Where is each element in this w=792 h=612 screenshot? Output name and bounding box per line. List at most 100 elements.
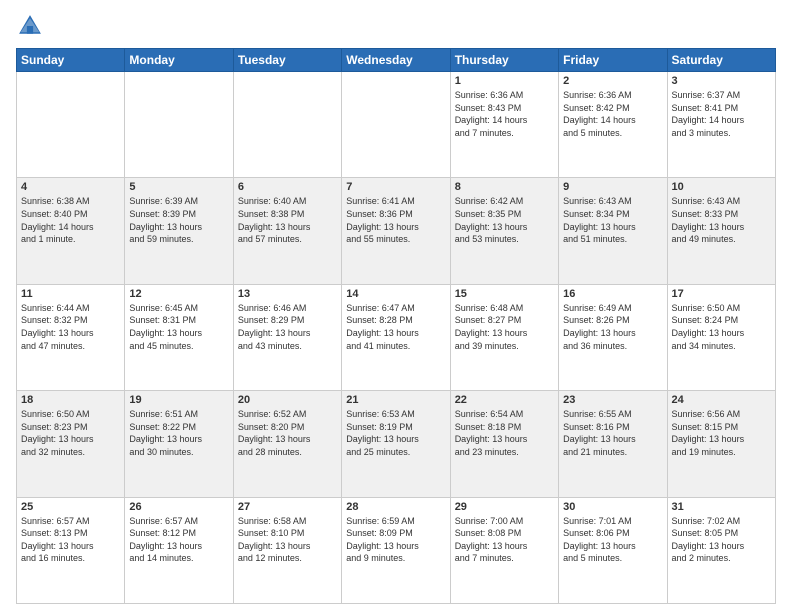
day-info: Sunrise: 6:38 AMSunset: 8:40 PMDaylight:… xyxy=(21,195,120,245)
calendar-day-header: Monday xyxy=(125,49,233,72)
day-info: Sunrise: 7:00 AMSunset: 8:08 PMDaylight:… xyxy=(455,515,554,565)
day-info: Sunrise: 6:52 AMSunset: 8:20 PMDaylight:… xyxy=(238,408,337,458)
calendar-week-row: 1 Sunrise: 6:36 AMSunset: 8:43 PMDaylight… xyxy=(17,72,776,178)
day-info: Sunrise: 6:41 AMSunset: 8:36 PMDaylight:… xyxy=(346,195,445,245)
header xyxy=(16,12,776,40)
day-number: 27 xyxy=(238,501,337,513)
day-number: 21 xyxy=(346,394,445,406)
day-info: Sunrise: 6:40 AMSunset: 8:38 PMDaylight:… xyxy=(238,195,337,245)
day-number: 8 xyxy=(455,181,554,193)
calendar-cell: 7Sunrise: 6:41 AMSunset: 8:36 PMDaylight… xyxy=(342,178,450,284)
calendar-cell: 18 Sunrise: 6:50 AMSunset: 8:23 PMDayligh… xyxy=(17,391,125,497)
day-info: Sunrise: 6:51 AMSunset: 8:22 PMDaylight:… xyxy=(129,408,228,458)
day-number: 25 xyxy=(21,501,120,513)
day-number: 31 xyxy=(672,501,771,513)
day-number: 23 xyxy=(563,394,662,406)
calendar-cell: 29 Sunrise: 7:00 AMSunset: 8:08 PMDayligh… xyxy=(450,497,558,603)
calendar-day-header: Thursday xyxy=(450,49,558,72)
day-info: Sunrise: 6:39 AMSunset: 8:39 PMDaylight:… xyxy=(129,195,228,245)
calendar-cell: 13 Sunrise: 6:46 AMSunset: 8:29 PMDayligh… xyxy=(233,284,341,390)
calendar-cell: 16 Sunrise: 6:49 AMSunset: 8:26 PMDayligh… xyxy=(559,284,667,390)
calendar-cell: 31 Sunrise: 7:02 AMSunset: 8:05 PMDayligh… xyxy=(667,497,775,603)
day-info: Sunrise: 6:46 AMSunset: 8:29 PMDaylight:… xyxy=(238,302,337,352)
calendar-cell xyxy=(17,72,125,178)
logo-icon xyxy=(16,12,44,40)
calendar-day-header: Friday xyxy=(559,49,667,72)
day-number: 17 xyxy=(672,288,771,300)
day-number: 19 xyxy=(129,394,228,406)
calendar-cell: 27 Sunrise: 6:58 AMSunset: 8:10 PMDayligh… xyxy=(233,497,341,603)
day-info: Sunrise: 6:43 AMSunset: 8:33 PMDaylight:… xyxy=(672,195,771,245)
day-info: Sunrise: 6:50 AMSunset: 8:23 PMDaylight:… xyxy=(21,408,120,458)
day-info: Sunrise: 6:48 AMSunset: 8:27 PMDaylight:… xyxy=(455,302,554,352)
calendar-cell: 28 Sunrise: 6:59 AMSunset: 8:09 PMDayligh… xyxy=(342,497,450,603)
day-info: Sunrise: 6:36 AMSunset: 8:42 PMDaylight:… xyxy=(563,89,662,139)
calendar-cell: 22 Sunrise: 6:54 AMSunset: 8:18 PMDayligh… xyxy=(450,391,558,497)
day-number: 4 xyxy=(21,181,120,193)
day-info: Sunrise: 6:54 AMSunset: 8:18 PMDaylight:… xyxy=(455,408,554,458)
calendar-day-header: Saturday xyxy=(667,49,775,72)
day-info: Sunrise: 6:36 AMSunset: 8:43 PMDaylight:… xyxy=(455,89,554,139)
calendar-cell: 17Sunrise: 6:50 AMSunset: 8:24 PMDayligh… xyxy=(667,284,775,390)
day-number: 26 xyxy=(129,501,228,513)
calendar-table: SundayMondayTuesdayWednesdayThursdayFrid… xyxy=(16,48,776,604)
calendar-cell: 21 Sunrise: 6:53 AMSunset: 8:19 PMDayligh… xyxy=(342,391,450,497)
day-info: Sunrise: 6:45 AMSunset: 8:31 PMDaylight:… xyxy=(129,302,228,352)
day-number: 24 xyxy=(672,394,771,406)
day-number: 9 xyxy=(563,181,662,193)
day-number: 15 xyxy=(455,288,554,300)
calendar-week-row: 11Sunrise: 6:44 AMSunset: 8:32 PMDayligh… xyxy=(17,284,776,390)
logo xyxy=(16,12,48,40)
day-info: Sunrise: 6:42 AMSunset: 8:35 PMDaylight:… xyxy=(455,195,554,245)
day-info: Sunrise: 6:44 AMSunset: 8:32 PMDaylight:… xyxy=(21,302,120,352)
day-info: Sunrise: 6:57 AMSunset: 8:12 PMDaylight:… xyxy=(129,515,228,565)
day-number: 1 xyxy=(455,75,554,87)
day-info: Sunrise: 6:58 AMSunset: 8:10 PMDaylight:… xyxy=(238,515,337,565)
calendar-cell: 4 Sunrise: 6:38 AMSunset: 8:40 PMDaylight… xyxy=(17,178,125,284)
calendar-cell: 8 Sunrise: 6:42 AMSunset: 8:35 PMDaylight… xyxy=(450,178,558,284)
calendar-cell: 1 Sunrise: 6:36 AMSunset: 8:43 PMDaylight… xyxy=(450,72,558,178)
calendar-day-header: Wednesday xyxy=(342,49,450,72)
day-number: 22 xyxy=(455,394,554,406)
calendar-cell: 11Sunrise: 6:44 AMSunset: 8:32 PMDayligh… xyxy=(17,284,125,390)
calendar-week-row: 18 Sunrise: 6:50 AMSunset: 8:23 PMDayligh… xyxy=(17,391,776,497)
calendar-cell xyxy=(125,72,233,178)
calendar-cell: 15 Sunrise: 6:48 AMSunset: 8:27 PMDayligh… xyxy=(450,284,558,390)
day-number: 16 xyxy=(563,288,662,300)
calendar-week-row: 4 Sunrise: 6:38 AMSunset: 8:40 PMDaylight… xyxy=(17,178,776,284)
day-info: Sunrise: 6:43 AMSunset: 8:34 PMDaylight:… xyxy=(563,195,662,245)
day-number: 2 xyxy=(563,75,662,87)
day-number: 6 xyxy=(238,181,337,193)
calendar-cell: 9 Sunrise: 6:43 AMSunset: 8:34 PMDaylight… xyxy=(559,178,667,284)
calendar-cell: 30Sunrise: 7:01 AMSunset: 8:06 PMDayligh… xyxy=(559,497,667,603)
day-number: 28 xyxy=(346,501,445,513)
calendar-cell: 14Sunrise: 6:47 AMSunset: 8:28 PMDayligh… xyxy=(342,284,450,390)
calendar-cell: 19 Sunrise: 6:51 AMSunset: 8:22 PMDayligh… xyxy=(125,391,233,497)
calendar-cell: 26 Sunrise: 6:57 AMSunset: 8:12 PMDayligh… xyxy=(125,497,233,603)
calendar-cell: 2 Sunrise: 6:36 AMSunset: 8:42 PMDaylight… xyxy=(559,72,667,178)
calendar-day-header: Sunday xyxy=(17,49,125,72)
day-info: Sunrise: 6:49 AMSunset: 8:26 PMDaylight:… xyxy=(563,302,662,352)
calendar-cell: 3Sunrise: 6:37 AMSunset: 8:41 PMDaylight… xyxy=(667,72,775,178)
calendar-cell: 12 Sunrise: 6:45 AMSunset: 8:31 PMDayligh… xyxy=(125,284,233,390)
day-number: 18 xyxy=(21,394,120,406)
calendar-cell xyxy=(233,72,341,178)
calendar-week-row: 25Sunrise: 6:57 AMSunset: 8:13 PMDayligh… xyxy=(17,497,776,603)
day-info: Sunrise: 6:56 AMSunset: 8:15 PMDaylight:… xyxy=(672,408,771,458)
day-number: 12 xyxy=(129,288,228,300)
day-info: Sunrise: 7:02 AMSunset: 8:05 PMDaylight:… xyxy=(672,515,771,565)
day-number: 29 xyxy=(455,501,554,513)
day-number: 5 xyxy=(129,181,228,193)
day-info: Sunrise: 6:37 AMSunset: 8:41 PMDaylight:… xyxy=(672,89,771,139)
day-number: 13 xyxy=(238,288,337,300)
calendar-cell xyxy=(342,72,450,178)
calendar-cell: 20Sunrise: 6:52 AMSunset: 8:20 PMDayligh… xyxy=(233,391,341,497)
calendar-cell: 6 Sunrise: 6:40 AMSunset: 8:38 PMDaylight… xyxy=(233,178,341,284)
day-info: Sunrise: 6:59 AMSunset: 8:09 PMDaylight:… xyxy=(346,515,445,565)
day-number: 30 xyxy=(563,501,662,513)
day-info: Sunrise: 6:53 AMSunset: 8:19 PMDaylight:… xyxy=(346,408,445,458)
page: SundayMondayTuesdayWednesdayThursdayFrid… xyxy=(0,0,792,612)
calendar-cell: 10Sunrise: 6:43 AMSunset: 8:33 PMDayligh… xyxy=(667,178,775,284)
calendar-cell: 5 Sunrise: 6:39 AMSunset: 8:39 PMDaylight… xyxy=(125,178,233,284)
day-number: 14 xyxy=(346,288,445,300)
